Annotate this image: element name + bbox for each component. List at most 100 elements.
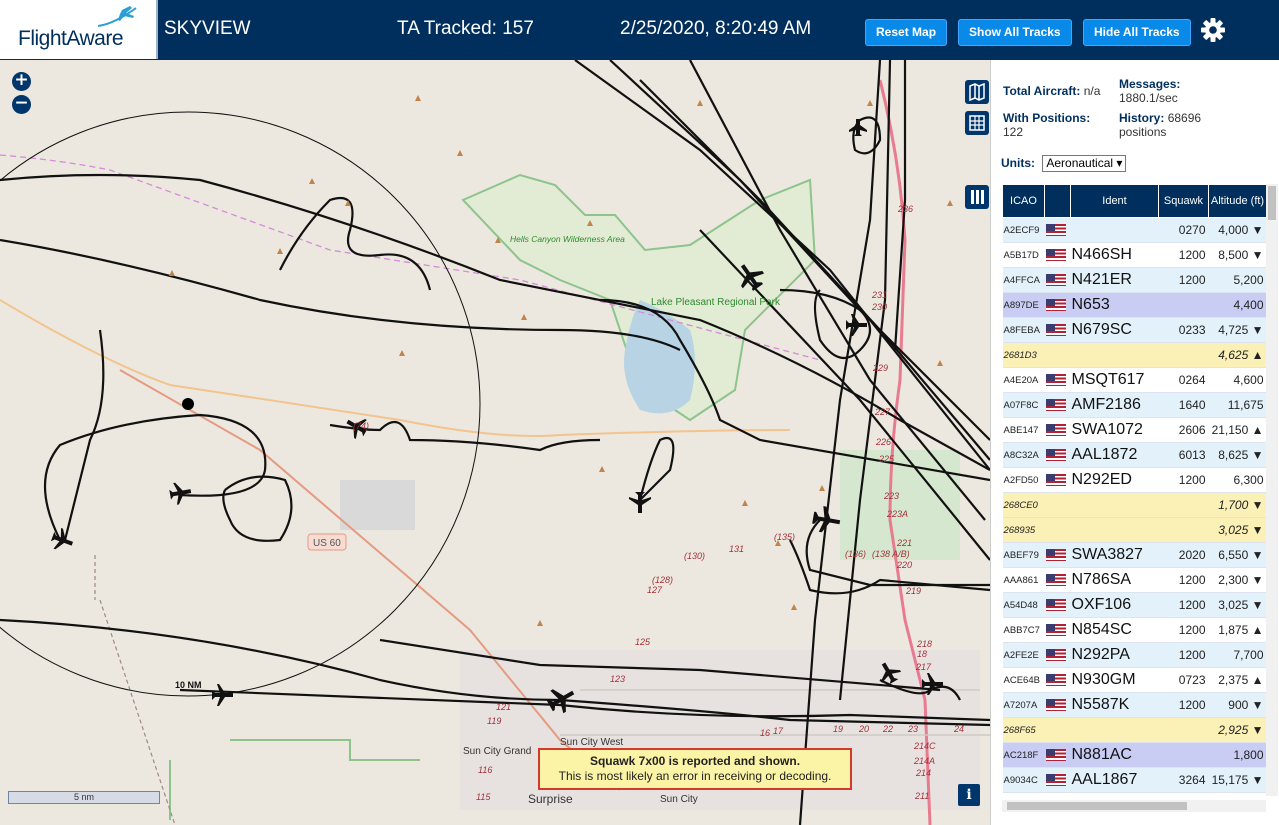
table-row[interactable]: ABB7C7 N854SC 1200 1,875 ▲: [1002, 617, 1266, 643]
aircraft-icon[interactable]: [629, 492, 651, 513]
table-row[interactable]: A4FFCA N421ER 1200 5,200: [1002, 267, 1266, 293]
table-row[interactable]: ACCED9 AAL204217567,800: [1002, 792, 1266, 796]
svg-text:236: 236: [897, 204, 913, 214]
altitude-cell: 7,700: [1208, 642, 1266, 668]
map-view[interactable]: 10 NM US 60 Lake Pleasant Regional Park …: [0, 60, 990, 825]
flag-cell: [1044, 367, 1071, 393]
table-row[interactable]: 268CE0 1,700 ▼: [1002, 492, 1266, 518]
squawk-cell: [1158, 292, 1209, 318]
flag-cell: [1044, 567, 1071, 593]
altitude-cell: 15,175 ▼: [1208, 767, 1266, 793]
units-label: Units:: [1001, 156, 1035, 170]
flag-cell: [1044, 317, 1071, 343]
table-row[interactable]: A9034C AAL1867 3264 15,175 ▼: [1002, 767, 1266, 793]
table-row[interactable]: AAA861 N786SA 1200 2,300 ▼: [1002, 567, 1266, 593]
table-row[interactable]: ABE147 SWA1072 2606 21,150 ▲: [1002, 417, 1266, 443]
squawk-cell: 6013: [1158, 442, 1209, 468]
us-flag-icon: [1045, 299, 1066, 312]
altitude-cell: 11,675: [1208, 392, 1266, 418]
show-all-tracks-button[interactable]: Show All Tracks: [958, 19, 1072, 46]
aircraft-icon[interactable]: [811, 505, 842, 535]
altitude-cell: 2,375 ▲: [1208, 667, 1266, 693]
table-row[interactable]: ABEF79 SWA3827 2020 6,550 ▼: [1002, 542, 1266, 568]
table-row[interactable]: A897DE N653 4,400: [1002, 292, 1266, 318]
svg-text:223A: 223A: [886, 509, 908, 519]
table-row[interactable]: AC218F N881AC 1,800: [1002, 742, 1266, 768]
aircraft-icon[interactable]: [49, 526, 76, 554]
table-horizontal-scrollbar[interactable]: [1002, 800, 1266, 812]
ident-cell: [1070, 717, 1159, 743]
column-toggle-button[interactable]: [965, 185, 989, 209]
flightaware-logo[interactable]: FlightAware: [0, 0, 158, 59]
us-flag-icon: [1045, 399, 1066, 412]
column-header-flag[interactable]: [1044, 184, 1071, 218]
aircraft-icon[interactable]: [846, 314, 867, 336]
with-positions-stat: With Positions: 122: [1003, 111, 1113, 139]
messages-label: Messages:: [1119, 77, 1181, 91]
svg-text:231: 231: [871, 290, 887, 300]
table-row[interactable]: A07F8C AMF2186 1640 11,675: [1002, 392, 1266, 418]
altitude-cell: 8,625 ▼: [1208, 442, 1266, 468]
aircraft-table-container[interactable]: ICAO Ident Squawk Altitude (ft) A2ECF9 02…: [1002, 184, 1266, 796]
zoom-out-button[interactable]: −: [12, 95, 31, 114]
table-row[interactable]: 268F65 2,925 ▼: [1002, 717, 1266, 743]
map-icon: [969, 82, 985, 102]
gear-icon[interactable]: [1199, 16, 1227, 44]
column-header-icao[interactable]: ICAO: [1002, 184, 1045, 218]
table-row[interactable]: A2ECF9 0270 4,000 ▼: [1002, 217, 1266, 243]
us-flag-icon: [1045, 224, 1066, 237]
ident-cell: N881AC: [1070, 742, 1159, 768]
us-flag-icon: [1045, 624, 1066, 637]
ident-cell: SWA1072: [1070, 417, 1159, 443]
svg-text:220: 220: [896, 560, 912, 570]
table-row[interactable]: A7207A N5587K 1200 900 ▼: [1002, 692, 1266, 718]
squawk-cell: 0723: [1158, 667, 1209, 693]
reset-map-button[interactable]: Reset Map: [865, 19, 948, 46]
column-header-altitude[interactable]: Altitude (ft): [1208, 184, 1266, 218]
icao-cell: 268935: [1002, 517, 1045, 543]
table-row[interactable]: A54D48 OXF106 1200 3,025 ▼: [1002, 592, 1266, 618]
flag-cell: [1044, 292, 1071, 318]
column-header-ident[interactable]: Ident: [1070, 184, 1159, 218]
scrollbar-thumb[interactable]: [1007, 802, 1187, 810]
altitude-cell: 4,600: [1208, 367, 1266, 393]
svg-text:218: 218: [916, 639, 932, 649]
squawk-cell: 1200: [1158, 617, 1209, 643]
altitude-cell: 2,300 ▼: [1208, 567, 1266, 593]
town-label: Sun City Grand: [463, 746, 531, 757]
svg-text:123: 123: [610, 674, 625, 684]
table-row[interactable]: ACE64B N930GM 0723 2,375 ▲: [1002, 667, 1266, 693]
ident-cell: N854SC: [1070, 617, 1159, 643]
map-canvas[interactable]: 10 NM US 60 Lake Pleasant Regional Park …: [0, 60, 990, 825]
scrollbar-thumb[interactable]: [1268, 186, 1276, 220]
squawk-cell: 3264: [1158, 767, 1209, 793]
svg-text:225: 225: [878, 454, 895, 464]
map-layers-button[interactable]: [965, 80, 989, 104]
aircraft-icon[interactable]: [212, 684, 233, 706]
flag-cell: [1044, 392, 1071, 418]
table-vertical-scrollbar[interactable]: [1266, 184, 1278, 796]
flag-cell: [1044, 267, 1071, 293]
table-row[interactable]: A5B17D N466SH 1200 8,500 ▼: [1002, 242, 1266, 268]
table-row[interactable]: A2FE2E N292PA 1200 7,700: [1002, 642, 1266, 668]
table-row[interactable]: A4E20A MSQT617 0264 4,600: [1002, 367, 1266, 393]
us-flag-icon: [1045, 649, 1066, 662]
info-button[interactable]: i: [958, 784, 980, 806]
aircraft-icon[interactable]: [849, 119, 867, 136]
ident-cell: N421ER: [1070, 267, 1159, 293]
units-select[interactable]: Aeronautical ▾: [1042, 155, 1127, 172]
us-flag-icon: [1045, 699, 1066, 712]
table-row[interactable]: A8C32A AAL1872 6013 8,625 ▼: [1002, 442, 1266, 468]
table-row[interactable]: A8FEBA N679SC 0233 4,725 ▼: [1002, 317, 1266, 343]
squawk-cell: 2606: [1158, 417, 1209, 443]
table-row[interactable]: 2681D3 4,625 ▲: [1002, 342, 1266, 368]
aircraft-icon[interactable]: [168, 480, 193, 505]
table-row[interactable]: A2FD50 N292ED 1200 6,300: [1002, 467, 1266, 493]
squawk-cell: [1158, 492, 1209, 518]
wilderness-label: Hells Canyon Wilderness Area: [510, 234, 625, 244]
column-header-squawk[interactable]: Squawk: [1158, 184, 1209, 218]
table-row[interactable]: 268935 3,025 ▼: [1002, 517, 1266, 543]
zoom-in-button[interactable]: +: [12, 72, 31, 91]
hide-all-tracks-button[interactable]: Hide All Tracks: [1083, 19, 1191, 46]
grid-toggle-button[interactable]: [965, 111, 989, 135]
